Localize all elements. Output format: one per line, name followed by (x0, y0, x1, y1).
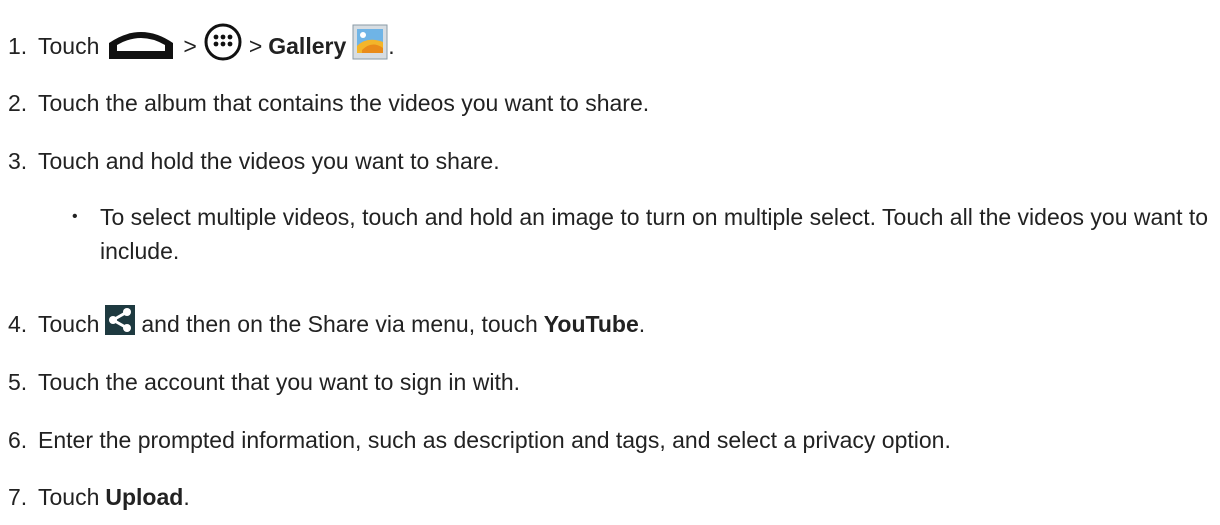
substep-text: To select multiple videos, touch and hol… (100, 204, 1209, 264)
step-text: Touch the album that contains the videos… (38, 90, 650, 116)
step-6: 6. Enter the prompted information, such … (8, 425, 951, 455)
step-end: . (183, 484, 190, 510)
step-number: 1. (8, 32, 28, 59)
step-text: Touch (38, 484, 100, 510)
step-text: Touch (38, 310, 100, 337)
gallery-icon (352, 24, 388, 67)
apps-icon (203, 22, 243, 69)
substep-bullet: • To select multiple videos, touch and h… (72, 200, 1212, 268)
step-number: 6. (8, 427, 28, 453)
step-number: 5. (8, 369, 28, 395)
youtube-label: YouTube (543, 310, 639, 337)
step-text: Enter the prompted information, such as … (38, 427, 951, 453)
separator: > (183, 32, 197, 59)
bullet-dot: • (72, 208, 78, 225)
step-number: 2. (8, 90, 28, 116)
separator: > (248, 32, 263, 59)
step-text: Touch and hold the videos you want to sh… (38, 148, 500, 174)
step-5: 5. Touch the account that you want to si… (8, 367, 520, 397)
step-3: 3. Touch and hold the videos you want to… (8, 146, 500, 176)
step-end: . (638, 310, 646, 337)
step-end: . (388, 32, 395, 59)
step-number: 4. (8, 310, 28, 337)
step-text: Touch (38, 32, 100, 59)
gallery-label: Gallery (268, 32, 347, 59)
step-number: 7. (8, 484, 28, 510)
step-7: 7. Touch Upload . (8, 482, 190, 512)
home-icon (105, 23, 177, 68)
upload-label: Upload (105, 484, 184, 510)
step-2: 2. Touch the album that contains the vid… (8, 88, 649, 118)
step-4: 4. Touch and then on the Share via menu,… (8, 305, 645, 342)
share-icon (105, 305, 136, 342)
step-1: 1. Touch > > Gallery . (8, 22, 395, 69)
step-text: Touch the account that you want to sign … (38, 369, 521, 395)
step-text-middle: and then on the Share via menu, touch (141, 310, 538, 337)
instructions-document: 1. Touch > > Gallery . 2. Touch the albu… (0, 0, 1220, 525)
step-number: 3. (8, 148, 28, 174)
